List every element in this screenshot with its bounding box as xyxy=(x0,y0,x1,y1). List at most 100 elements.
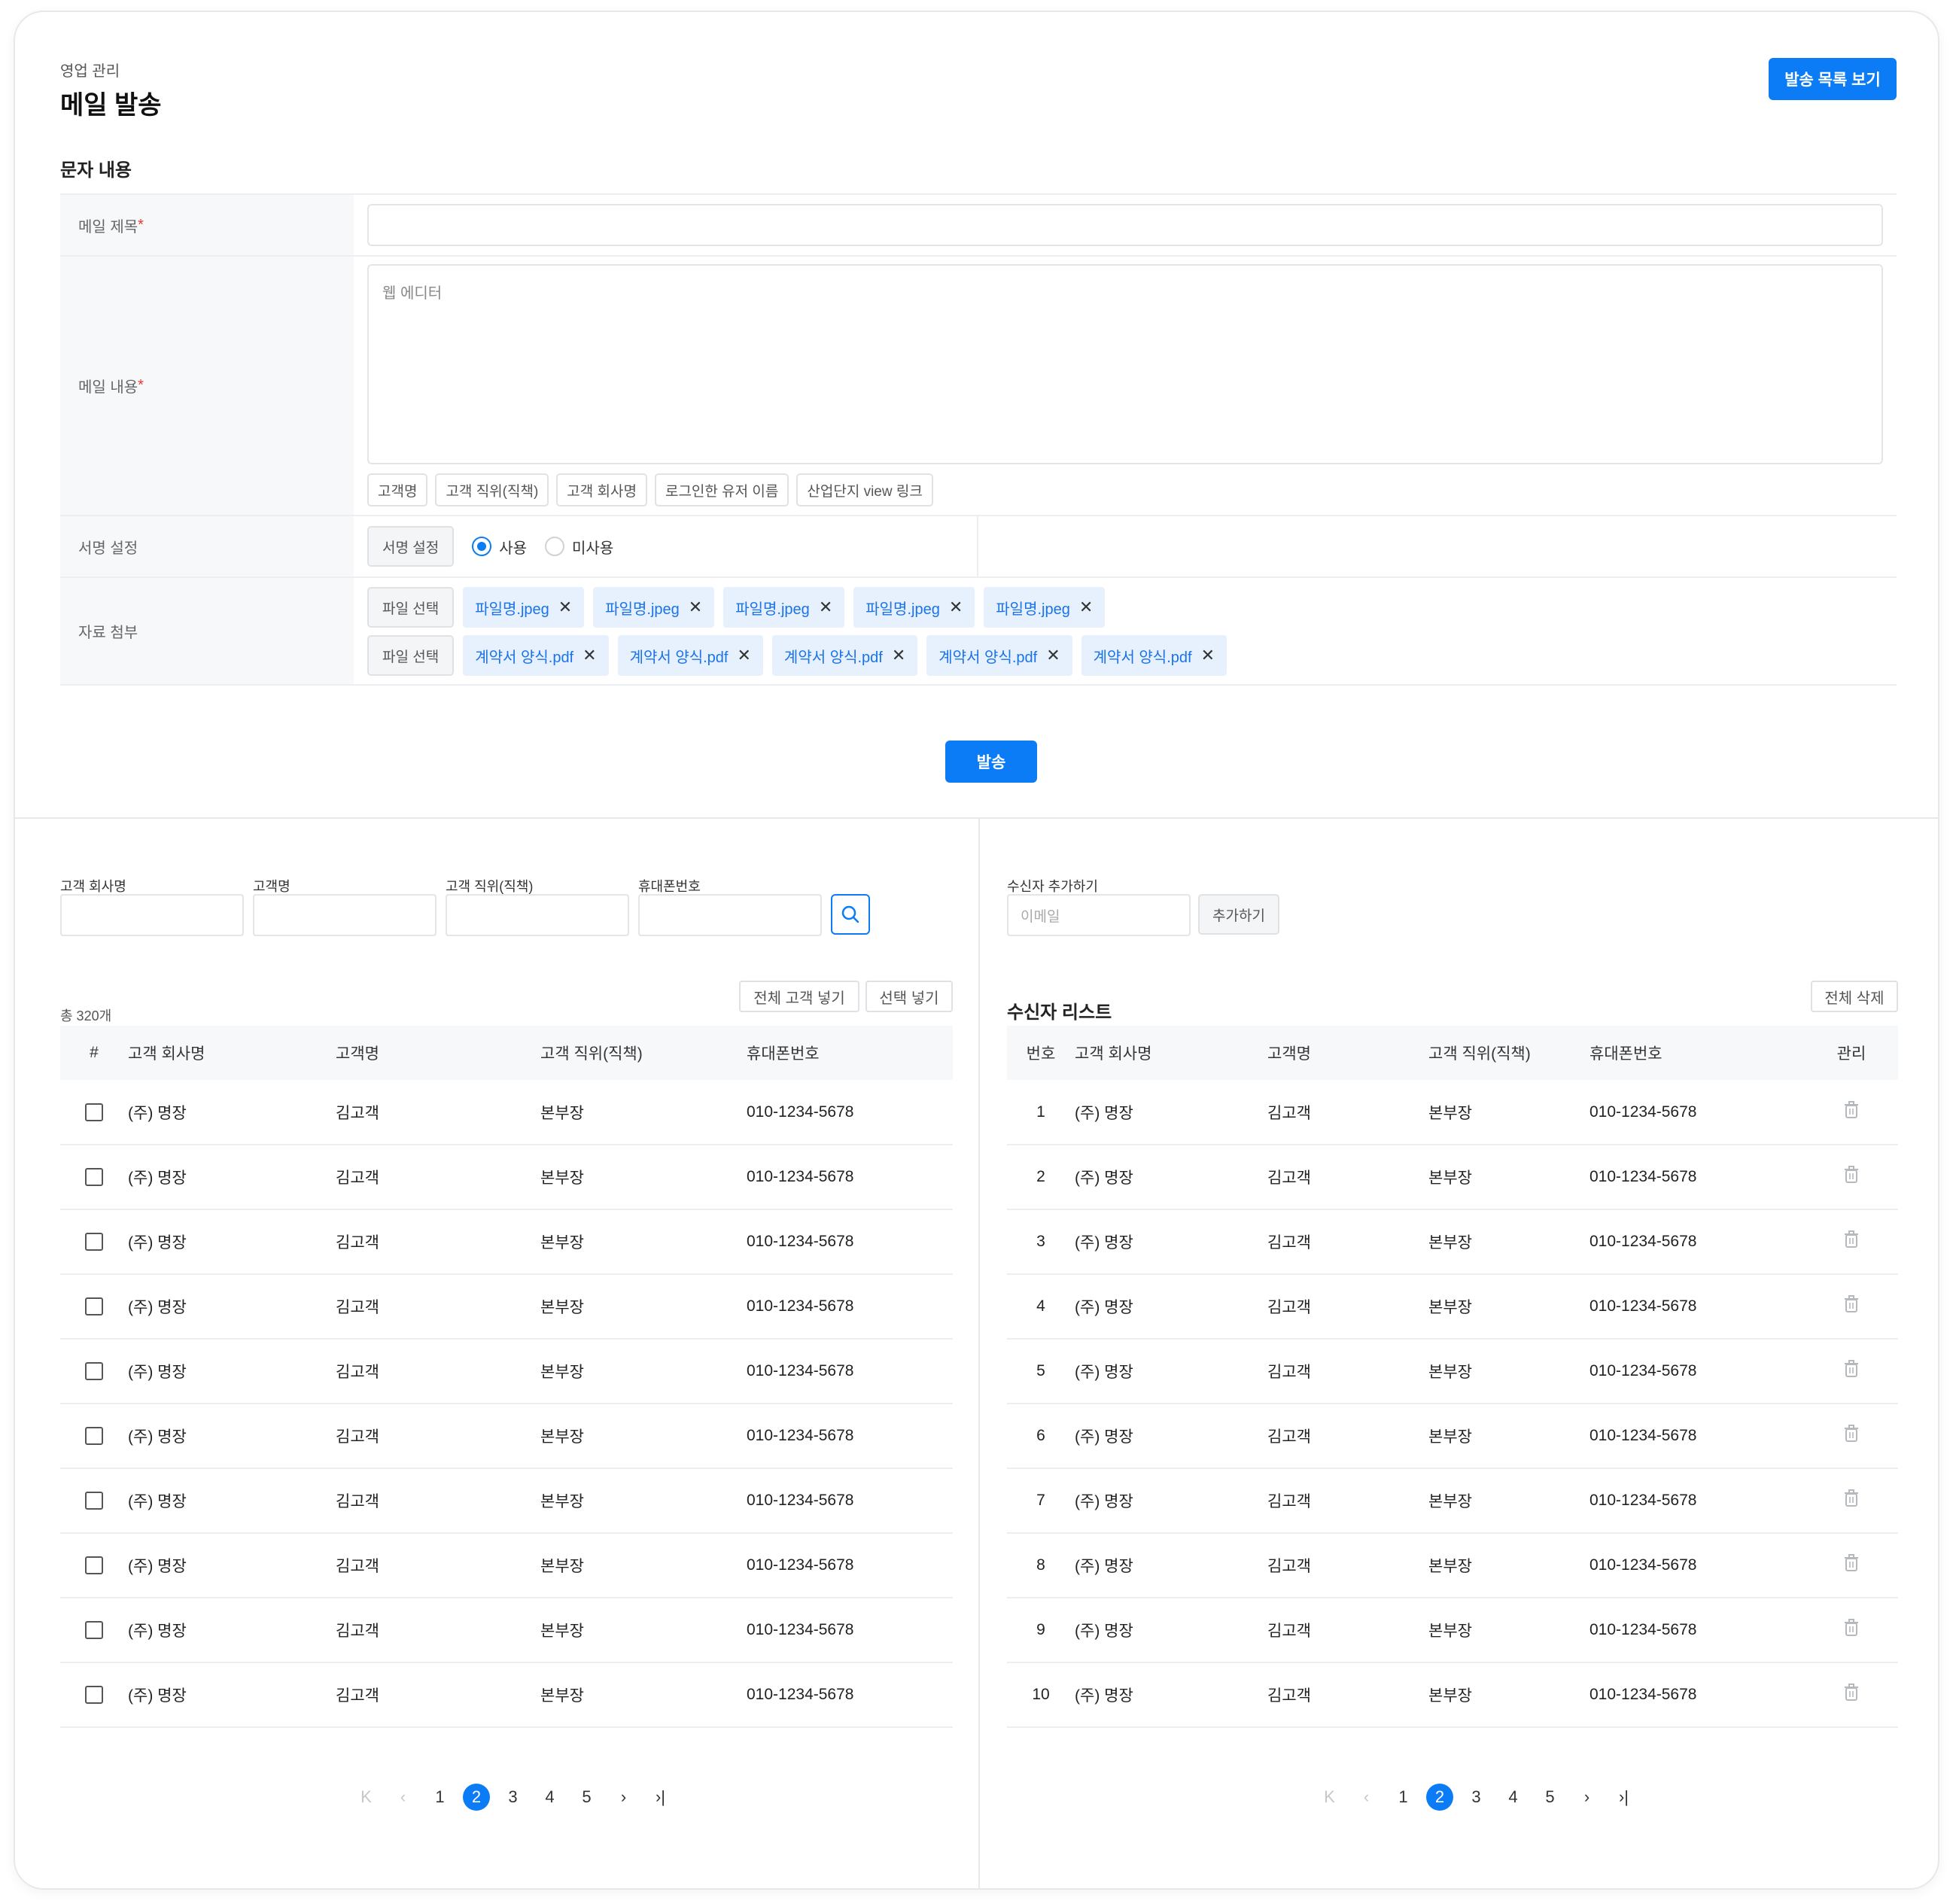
prev-page-icon[interactable]: ‹ xyxy=(385,1787,421,1807)
page-number[interactable]: 2 xyxy=(463,1784,490,1811)
company-filter-input[interactable] xyxy=(60,894,244,936)
cell-company: (주) 명장 xyxy=(128,1598,336,1663)
page-number[interactable]: 3 xyxy=(494,1787,531,1807)
remove-file-icon[interactable]: ✕ xyxy=(819,598,832,617)
trash-icon[interactable] xyxy=(1844,1100,1859,1123)
trash-icon[interactable] xyxy=(1844,1425,1859,1446)
column-header: 관리 xyxy=(1805,1026,1898,1080)
table-row: (주) 명장 김고객 본부장 010-1234-5678 xyxy=(60,1339,953,1404)
row-checkbox[interactable] xyxy=(85,1621,103,1640)
trash-icon[interactable] xyxy=(1844,1489,1859,1511)
signature-settings-button[interactable]: 서명 설정 xyxy=(367,526,455,567)
add-selected-button[interactable]: 선택 넣기 xyxy=(865,981,953,1012)
next-page-icon[interactable]: › xyxy=(605,1787,642,1807)
signature-unused-radio[interactable]: 미사용 xyxy=(545,536,613,558)
page-number[interactable]: 2 xyxy=(1426,1784,1453,1811)
file-select-button[interactable]: 파일 선택 xyxy=(367,635,455,676)
remove-file-icon[interactable]: ✕ xyxy=(558,598,572,617)
first-page-icon[interactable]: K xyxy=(1311,1787,1348,1807)
page-number[interactable]: 3 xyxy=(1458,1787,1495,1807)
trash-icon[interactable] xyxy=(1844,1554,1859,1576)
name-filter-input[interactable] xyxy=(253,894,437,936)
page-number[interactable]: 4 xyxy=(1495,1787,1532,1807)
cell-company: (주) 명장 xyxy=(128,1404,336,1469)
phone-filter-input[interactable] xyxy=(638,894,822,936)
first-page-icon[interactable]: K xyxy=(348,1787,385,1807)
send-history-button[interactable]: 발송 목록 보기 xyxy=(1769,58,1897,100)
remove-file-icon[interactable]: ✕ xyxy=(737,646,750,665)
cell-name: 김고객 xyxy=(336,1533,540,1598)
row-checkbox[interactable] xyxy=(85,1686,103,1705)
add-all-customers-button[interactable]: 전체 고객 넣기 xyxy=(739,981,859,1012)
trash-icon[interactable] xyxy=(1844,1166,1859,1188)
variable-chip[interactable]: 고객 직위(직책) xyxy=(435,473,549,506)
remove-file-icon[interactable]: ✕ xyxy=(949,598,963,617)
row-checkbox[interactable] xyxy=(85,1492,103,1510)
email-input[interactable]: 이메일 xyxy=(1007,894,1191,936)
column-header: 고객 직위(직책) xyxy=(1428,1026,1589,1080)
row-checkbox[interactable] xyxy=(85,1556,103,1575)
row-checkbox[interactable] xyxy=(85,1103,103,1121)
page-number[interactable]: 5 xyxy=(1532,1787,1568,1807)
cell-name: 김고객 xyxy=(1267,1468,1428,1534)
web-editor[interactable]: 웹 에디터 xyxy=(367,264,1883,464)
filter-label-company: 고객 회사명 xyxy=(60,879,126,894)
cell-company: (주) 명장 xyxy=(128,1468,336,1534)
remove-file-icon[interactable]: ✕ xyxy=(892,646,905,665)
cell-name: 김고객 xyxy=(1267,1274,1428,1340)
signature-use-radio[interactable]: 사용 xyxy=(472,536,527,558)
page-number[interactable]: 5 xyxy=(568,1787,605,1807)
cell-position: 본부장 xyxy=(1428,1598,1589,1663)
send-button[interactable]: 발송 xyxy=(945,741,1037,783)
page-number[interactable]: 4 xyxy=(531,1787,568,1807)
page-number[interactable]: 1 xyxy=(421,1787,458,1807)
variable-chip[interactable]: 로그인한 유저 이름 xyxy=(654,473,789,506)
variable-chip[interactable]: 고객 회사명 xyxy=(556,473,647,506)
position-filter-input[interactable] xyxy=(446,894,629,936)
page-number[interactable]: 1 xyxy=(1385,1787,1422,1807)
file-select-button[interactable]: 파일 선택 xyxy=(367,587,455,628)
attached-file-chip: 계약서 양식.pdf ✕ xyxy=(463,635,609,676)
cell-phone: 010-1234-5678 xyxy=(1589,1080,1805,1145)
cell-company: (주) 명장 xyxy=(128,1145,336,1210)
row-checkbox[interactable] xyxy=(85,1168,103,1187)
radio-label: 사용 xyxy=(499,540,528,557)
subject-input[interactable] xyxy=(367,204,1883,246)
last-page-icon[interactable]: ›| xyxy=(1605,1787,1642,1807)
cell-position: 본부장 xyxy=(1428,1468,1589,1534)
row-checkbox[interactable] xyxy=(85,1427,103,1446)
remove-file-icon[interactable]: ✕ xyxy=(1046,646,1060,665)
variable-chip[interactable]: 고객명 xyxy=(367,473,428,506)
attached-file-chip: 계약서 양식.pdf ✕ xyxy=(617,635,763,676)
add-recipient-button[interactable]: 추가하기 xyxy=(1198,894,1279,935)
row-select-cell xyxy=(60,1080,128,1145)
trash-icon[interactable] xyxy=(1844,1360,1859,1382)
prev-page-icon[interactable]: ‹ xyxy=(1348,1787,1385,1807)
image-attachments: 파일 선택 파일명.jpeg ✕ 파일명.jpeg ✕ 파일명.jpeg ✕ 파일명.jpe… xyxy=(367,587,1883,628)
row-checkbox[interactable] xyxy=(85,1233,103,1252)
remove-file-icon[interactable]: ✕ xyxy=(1201,646,1215,665)
row-select-cell xyxy=(60,1468,128,1534)
row-checkbox[interactable] xyxy=(85,1297,103,1316)
row-select-cell xyxy=(60,1274,128,1340)
trash-icon[interactable] xyxy=(1844,1230,1859,1252)
variable-chip[interactable]: 산업단지 view 링크 xyxy=(796,473,933,506)
last-page-icon[interactable]: ›| xyxy=(642,1787,679,1807)
cell-position: 본부장 xyxy=(1428,1404,1589,1469)
trash-icon[interactable] xyxy=(1844,1295,1859,1317)
remove-file-icon[interactable]: ✕ xyxy=(689,598,702,617)
remove-file-icon[interactable]: ✕ xyxy=(583,646,596,665)
body-label-text: 메일 내용 xyxy=(78,379,138,396)
remove-file-icon[interactable]: ✕ xyxy=(1079,598,1093,617)
row-checkbox[interactable] xyxy=(85,1362,103,1381)
search-button[interactable] xyxy=(831,894,870,935)
cell-no: 6 xyxy=(1007,1404,1075,1469)
next-page-icon[interactable]: › xyxy=(1568,1787,1605,1807)
document-attachments: 파일 선택 계약서 양식.pdf ✕ 계약서 양식.pdf ✕ 계약서 양식.pdf ✕ 계… xyxy=(367,635,1883,676)
table-row: (주) 명장 김고객 본부장 010-1234-5678 xyxy=(60,1274,953,1340)
trash-icon[interactable] xyxy=(1844,1683,1859,1705)
table-row: 7 (주) 명장 김고객 본부장 010-1234-5678 xyxy=(1007,1468,1898,1534)
trash-icon[interactable] xyxy=(1844,1619,1859,1641)
delete-all-button[interactable]: 전체 삭제 xyxy=(1811,981,1898,1012)
attached-file-chip: 계약서 양식.pdf ✕ xyxy=(771,635,918,676)
